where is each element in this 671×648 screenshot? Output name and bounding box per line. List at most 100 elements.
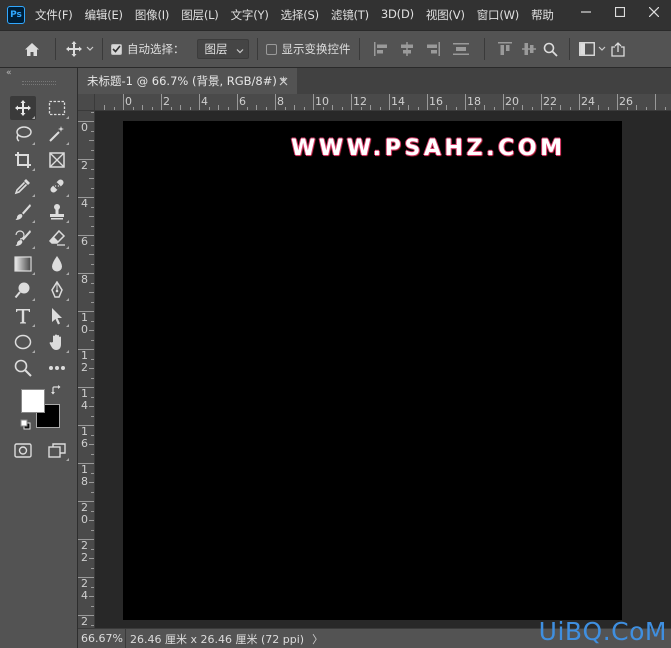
menu-select[interactable]: 选择(S) (281, 7, 319, 23)
ruler-label: 8 (81, 273, 88, 286)
swap-colors-icon[interactable] (48, 382, 64, 398)
menu-view[interactable]: 视图(V) (426, 7, 465, 23)
search-icon[interactable] (541, 37, 561, 61)
dodge-icon[interactable] (10, 278, 36, 302)
menu-type[interactable]: 文字(Y) (231, 7, 269, 23)
ruler-tick (89, 178, 94, 179)
ruler-tick (91, 130, 94, 132)
ruler-label: 1 2 (81, 349, 88, 374)
ruler-tick (78, 311, 94, 312)
ruler-origin[interactable] (78, 94, 95, 111)
align-top-icon[interactable] (493, 37, 517, 61)
align-vertical-center-icon[interactable] (517, 37, 541, 61)
hand-icon[interactable] (44, 330, 70, 354)
align-left-icon[interactable] (368, 37, 394, 61)
magic-wand-icon[interactable] (44, 122, 70, 146)
auto-select-checkbox[interactable] (111, 43, 122, 55)
panel-grip[interactable] (22, 81, 56, 85)
ruler-tick (417, 107, 419, 110)
healing-brush-icon[interactable] (44, 174, 70, 198)
ruler-tick (91, 225, 94, 227)
ruler-tick (237, 94, 238, 110)
status-menu-arrow-icon[interactable]: 〉 (312, 631, 323, 647)
ruler-tick (91, 301, 94, 303)
share-icon[interactable] (608, 37, 628, 61)
menu-edit[interactable]: 编辑(E) (85, 7, 123, 23)
menu-window[interactable]: 窗口(W) (477, 7, 520, 23)
ruler-tick (89, 558, 94, 559)
move-tool-icon[interactable] (10, 96, 36, 120)
quick-mask-icon[interactable] (10, 438, 36, 462)
menu-layer[interactable]: 图层(L) (181, 7, 219, 23)
ruler-tick (408, 105, 409, 110)
ruler-tick (91, 263, 94, 265)
workspace-icon[interactable] (578, 37, 608, 61)
ruler-tick (91, 548, 94, 550)
foreground-color-swatch[interactable] (21, 389, 45, 413)
menu-filter[interactable]: 滤镜(T) (331, 7, 369, 23)
ruler-tick (91, 529, 94, 531)
screen-mode-icon[interactable] (44, 438, 70, 462)
ruler-label: 8 (277, 95, 284, 108)
menu-3d[interactable]: 3D(D) (381, 7, 414, 23)
lasso-icon[interactable] (10, 122, 36, 146)
ruler-tick (246, 107, 248, 110)
show-transform-checkbox[interactable] (265, 43, 277, 55)
clone-stamp-icon[interactable] (44, 200, 70, 224)
ruler-tick (91, 491, 94, 493)
maximize-icon[interactable] (603, 0, 637, 24)
eyedropper-icon[interactable] (10, 174, 36, 198)
eraser-icon[interactable] (44, 226, 70, 250)
document-tab[interactable]: 未标题-1 @ 66.7% (背景, RGB/8#) * (78, 68, 297, 94)
ruler-tick (645, 107, 647, 110)
crop-icon[interactable] (10, 148, 36, 172)
ruler-tick (91, 377, 94, 379)
collapse-panel-icon[interactable]: « (6, 68, 12, 78)
ruler-tick (91, 282, 94, 284)
move-tool-preset-icon[interactable] (64, 37, 94, 61)
ruler-tick (89, 330, 94, 331)
menu-image[interactable]: 图像(I) (135, 7, 170, 23)
blur-icon[interactable] (44, 252, 70, 276)
ruler-tick (313, 94, 314, 110)
ruler-label: 4 (81, 197, 88, 210)
menu-help[interactable]: 帮助 (531, 7, 554, 23)
distribute-vertical-icon[interactable] (446, 37, 476, 61)
ruler-tick (78, 197, 94, 198)
vertical-ruler[interactable]: 0 2 4 6 8 1 0 1 2 1 4 1 6 1 8 2 0 2 2 2 4 2 6 (78, 111, 95, 628)
minimize-icon[interactable] (569, 0, 603, 24)
ruler-label: 6 (81, 235, 88, 248)
separator (483, 38, 485, 60)
close-icon[interactable] (637, 0, 671, 24)
ruler-label: 4 (201, 95, 208, 108)
ruler-tick (294, 105, 295, 110)
ellipse-icon[interactable] (10, 330, 36, 354)
frame-icon[interactable] (44, 148, 70, 172)
path-selection-icon[interactable] (44, 304, 70, 328)
align-horizontal-center-icon[interactable] (394, 37, 420, 61)
ruler-tick (256, 105, 257, 110)
zoom-readout[interactable]: 66.67% (78, 628, 126, 648)
home-icon[interactable] (17, 37, 47, 61)
rectangular-marquee-icon[interactable] (44, 96, 70, 120)
gradient-icon[interactable] (10, 252, 36, 276)
zoom-icon[interactable] (10, 356, 36, 380)
pen-icon[interactable] (44, 278, 70, 302)
menu-file[interactable]: 文件(F) (35, 7, 73, 23)
ruler-tick (541, 94, 542, 110)
close-tab-icon[interactable] (279, 75, 288, 89)
horizontal-ruler[interactable]: 0 2 4 6 8 10 12 14 16 18 20 22 24 26 (95, 94, 671, 111)
ruler-tick (636, 105, 637, 110)
ruler-label: 2 2 (81, 539, 88, 564)
align-right-icon[interactable] (420, 37, 446, 61)
ruler-label: 2 6 (81, 615, 88, 629)
history-brush-icon[interactable] (10, 226, 36, 250)
auto-select-target-dropdown[interactable]: 图层 (196, 39, 249, 59)
type-icon[interactable] (10, 304, 36, 328)
ruler-tick (664, 107, 666, 110)
canvas[interactable] (123, 121, 622, 620)
brush-icon[interactable] (10, 200, 36, 224)
ruler-tick (617, 94, 618, 110)
default-colors-icon[interactable] (17, 416, 33, 432)
more-tools-icon[interactable] (44, 356, 70, 380)
